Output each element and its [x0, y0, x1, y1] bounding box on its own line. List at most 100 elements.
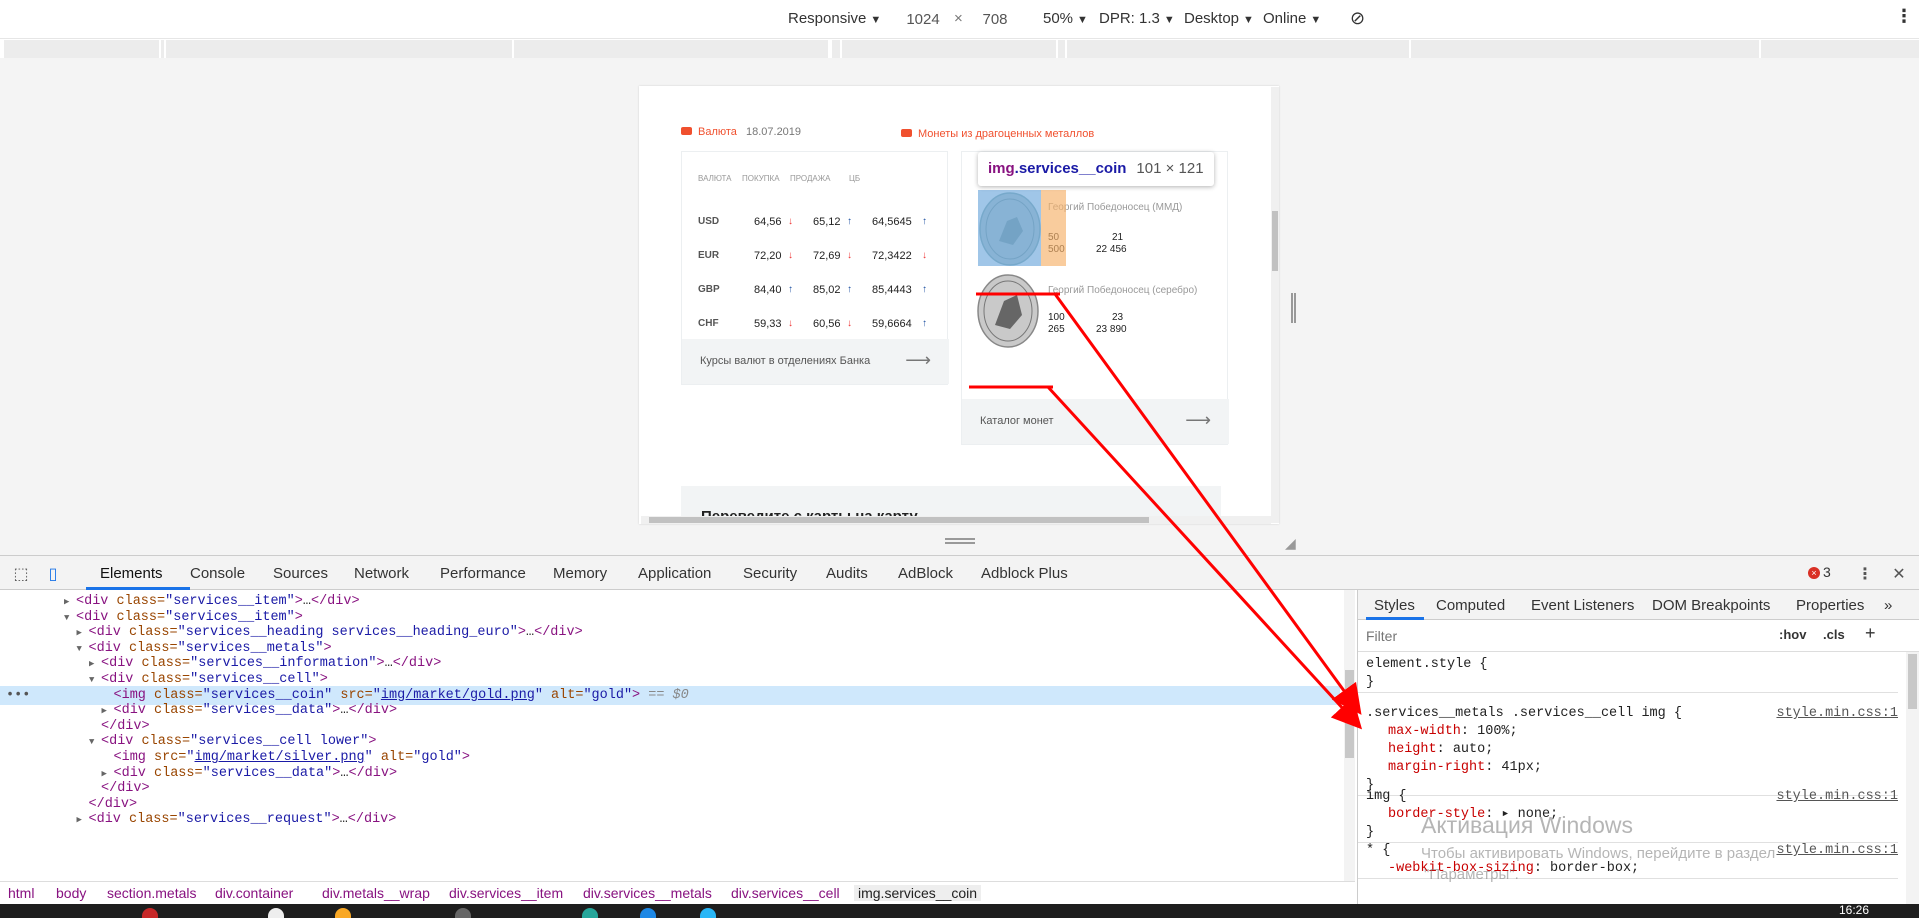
scrollbar-thumb[interactable] [1272, 211, 1278, 271]
property-name[interactable]: max-width [1388, 724, 1461, 739]
tab-security[interactable]: Security [743, 565, 797, 582]
arrow-down-icon: ↓ [788, 216, 793, 227]
styles-filter-input[interactable] [1366, 626, 1761, 646]
breadcrumb-item[interactable]: div.services__cell [731, 885, 840, 901]
breadcrumb-item[interactable]: section.metals [107, 885, 196, 901]
device-toolbar-icon[interactable]: ▯ [44, 564, 62, 583]
tab-styles[interactable]: Styles [1374, 597, 1415, 614]
arrow-up-icon: ↑ [922, 216, 927, 227]
scrollbar-thumb[interactable] [1908, 654, 1917, 709]
inspect-element-icon[interactable]: ⬚ [12, 564, 30, 583]
rule-source-link[interactable]: style.min.css:1 [1776, 788, 1898, 806]
resize-corner-icon[interactable]: ◢ [1285, 535, 1299, 551]
property-value[interactable]: 100%; [1477, 724, 1518, 739]
app-icon[interactable] [640, 908, 656, 918]
col-header: ЦБ [849, 174, 861, 183]
resize-handle-right[interactable] [1291, 293, 1296, 323]
breadcrumb-item[interactable]: html [8, 885, 34, 901]
tab-console[interactable]: Console [190, 565, 245, 582]
rule-selector[interactable]: element.style { [1366, 656, 1898, 674]
style-property[interactable]: margin-right: 41px; [1366, 759, 1898, 777]
coin-catalog-link-label: Каталог монет [980, 415, 1054, 427]
height-input[interactable] [962, 8, 1028, 30]
tab-dom-breakpoints[interactable]: DOM Breakpoints [1652, 597, 1770, 614]
scrollbar-thumb[interactable] [1345, 670, 1354, 758]
rotate-icon[interactable]: ⊘ [1350, 8, 1365, 29]
property-name[interactable]: height [1388, 742, 1437, 757]
app-icon[interactable] [335, 908, 351, 918]
tab-event-listeners[interactable]: Event Listeners [1531, 597, 1634, 614]
property-value[interactable]: auto; [1453, 742, 1494, 757]
new-rule-icon[interactable]: + [1865, 623, 1876, 644]
currency-row: CHF 59,33 ↓ 60,56 ↓ 59,6664 ↑ [682, 318, 949, 338]
style-rule[interactable]: element.style {} [1358, 656, 1898, 693]
rule-source-link[interactable]: style.min.css:1 [1776, 705, 1898, 723]
tab-adblock-plus[interactable]: Adblock Plus [981, 565, 1068, 582]
scrollbar-thumb[interactable] [649, 517, 1149, 523]
media-segment [1065, 40, 1067, 58]
breadcrumb-item[interactable]: div.container [215, 885, 293, 901]
media-segment [164, 40, 166, 58]
style-property[interactable]: height: auto; [1366, 741, 1898, 759]
property-value[interactable]: border-box; [1550, 861, 1639, 876]
styles-scrollbar[interactable] [1906, 652, 1919, 905]
breadcrumb-item-current[interactable]: img.services__coin [854, 885, 982, 901]
more-options-icon[interactable]: ⋮ [1895, 6, 1913, 27]
mode-select[interactable]: Desktop ▼ [1184, 10, 1254, 27]
app-icon[interactable] [268, 908, 284, 918]
dpr-select[interactable]: DPR: 1.3 ▼ [1099, 10, 1175, 27]
tab-application[interactable]: Application [638, 565, 711, 582]
width-input[interactable] [890, 8, 956, 30]
tab-sources[interactable]: Sources [273, 565, 328, 582]
currency-rates-link[interactable]: Курсы валют в отделениях Банка ⟶ [682, 339, 949, 384]
arrow-up-icon: ↑ [922, 318, 927, 329]
devtools-menu-icon[interactable]: ⋮ [1856, 564, 1874, 583]
close-icon[interactable]: ✕ [1890, 564, 1908, 583]
network-select[interactable]: Online ▼ [1263, 10, 1321, 27]
page-vertical-scrollbar[interactable] [1271, 87, 1279, 523]
resize-handle-bottom[interactable] [945, 538, 975, 544]
breadcrumb-item[interactable]: div.services__metals [583, 885, 712, 901]
currency-code: GBP [698, 284, 720, 295]
tab-memory[interactable]: Memory [553, 565, 607, 582]
more-tabs-icon[interactable]: » [1884, 597, 1892, 614]
app-icon[interactable] [582, 908, 598, 918]
mode-label: Desktop [1184, 10, 1240, 27]
device-select[interactable]: Responsive ▼ [788, 10, 881, 27]
page-horizontal-scrollbar[interactable] [641, 516, 1271, 524]
banknote-icon [681, 127, 692, 135]
tab-elements[interactable]: Elements [100, 565, 163, 582]
windows-activation-text: Чтобы активировать Windows, перейдите в … [1421, 845, 1776, 862]
hov-toggle[interactable]: :hov [1779, 627, 1806, 642]
media-query-bar[interactable] [4, 40, 1919, 58]
elements-scrollbar[interactable] [1344, 590, 1355, 888]
error-counter[interactable]: × 3 [1808, 564, 1831, 580]
zoom-select[interactable]: 50% ▼ [1043, 10, 1088, 27]
zoom-label: 50% [1043, 10, 1074, 27]
arrow-up-icon: ↑ [788, 284, 793, 295]
arrow-down-icon: ↓ [922, 250, 927, 261]
rule-source-link[interactable]: style.min.css:1 [1776, 842, 1898, 860]
tab-computed[interactable]: Computed [1436, 597, 1505, 614]
app-icon[interactable] [455, 908, 471, 918]
collapsed-triangle-icon[interactable]: ▶ [77, 811, 89, 830]
property-name[interactable]: margin-right [1388, 760, 1485, 775]
coin-value: 23 [1112, 312, 1124, 323]
tab-network[interactable]: Network [354, 565, 409, 582]
tab-properties[interactable]: Properties [1796, 597, 1864, 614]
property-value[interactable]: 41px; [1501, 760, 1542, 775]
style-rule[interactable]: .services__metals .services__cell img {s… [1358, 705, 1898, 796]
dom-node[interactable]: ▶ <div class="services__request">…</div> [0, 810, 1340, 829]
app-icon[interactable] [142, 908, 158, 918]
cls-toggle[interactable]: .cls [1823, 627, 1845, 642]
media-segment [512, 40, 514, 58]
breadcrumb-item[interactable]: body [56, 885, 86, 901]
coin-catalog-link[interactable]: Каталог монет ⟶ [962, 399, 1229, 444]
tab-performance[interactable]: Performance [440, 565, 526, 582]
tab-audits[interactable]: Audits [826, 565, 868, 582]
style-property[interactable]: max-width: 100%; [1366, 723, 1898, 741]
app-icon[interactable] [700, 908, 716, 918]
breadcrumb-item[interactable]: div.services__item [449, 885, 563, 901]
tab-adblock[interactable]: AdBlock [898, 565, 953, 582]
breadcrumb-item[interactable]: div.metals__wrap [322, 885, 430, 901]
